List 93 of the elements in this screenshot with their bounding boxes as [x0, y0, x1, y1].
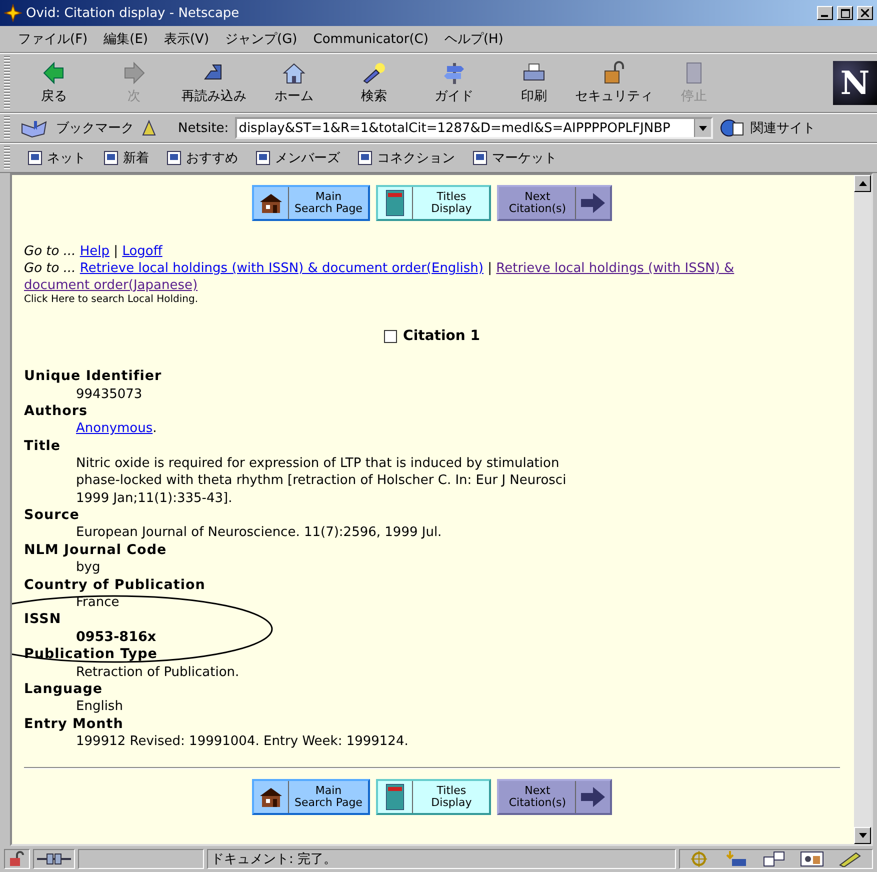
menu-item[interactable]: ファイル(F) [12, 28, 94, 50]
personal-bookmark[interactable]: ネット [24, 149, 90, 167]
url-field[interactable]: display&ST=1&R=1&totalCit=1287&D=medl&S=AIPPPPOPLFJNBP [234, 117, 713, 139]
book-icon [386, 784, 404, 810]
main-search-page-button[interactable]: Main Search Page [252, 185, 370, 221]
field-label: NLM Journal Code [24, 542, 168, 560]
citation-checkbox[interactable] [384, 330, 398, 342]
field-label: Country of Publication [24, 576, 206, 594]
titles-display-button[interactable]: Titles Display [376, 778, 492, 815]
page-icon [104, 151, 118, 165]
close-icon [861, 9, 869, 17]
page-icon [358, 151, 372, 165]
personal-bookmark[interactable]: コネクション [354, 149, 459, 167]
bookmarks-button[interactable]: ブックマーク [56, 119, 134, 137]
dropdown-arrow-icon [698, 126, 707, 130]
connection-plug-icon [37, 853, 71, 865]
go-to-label: Go to ... [24, 244, 76, 259]
field-label: Entry Month [24, 716, 124, 734]
page-icon [256, 151, 270, 165]
citation-label: Citation 1 [403, 328, 480, 344]
field-value: European Journal of Neuroscience. 11(7):2596, 1999 Jul. [76, 524, 443, 542]
field-value: 1999 Jan;11(1):335-43]. [76, 490, 234, 507]
menu-item[interactable]: ヘルプ(H) [438, 28, 510, 50]
field-value: byg [76, 559, 102, 577]
field-label: Authors [24, 402, 89, 420]
field-label: Unique Identifier [24, 368, 163, 386]
app-icon [4, 4, 22, 22]
toolbar-button[interactable]: ホーム [254, 61, 334, 105]
menu-item[interactable]: 表示(V) [158, 28, 216, 50]
menu-item[interactable]: 編集(E) [98, 28, 154, 50]
flashlight-icon [361, 61, 387, 85]
personal-bookmark[interactable]: 新着 [100, 149, 153, 167]
scroll-up-icon [858, 181, 866, 186]
field-value: France [76, 594, 120, 612]
menu-item[interactable]: ジャンプ(G) [219, 28, 304, 50]
field-value: English [76, 698, 124, 716]
house-icon [258, 192, 284, 214]
toolbar-button[interactable]: 検索 [334, 61, 414, 105]
maximize-button[interactable] [837, 6, 853, 20]
personal-bookmark[interactable]: おすすめ [163, 149, 242, 167]
link[interactable]: Retrieve local holdings (with ISSN) & [496, 261, 734, 276]
link[interactable]: document order(Japanese) [24, 278, 198, 293]
toolbar-button[interactable]: 印刷 [494, 61, 574, 105]
go-to-label: Go to ... [24, 261, 76, 276]
link[interactable]: Retrieve local holdings (with ISSN) & document order(English) [80, 261, 484, 276]
close-button[interactable] [857, 6, 873, 20]
field-value: 0953-816x [76, 628, 158, 646]
next-citation-button[interactable]: Next Citation(s) [497, 778, 612, 815]
titles-display-button[interactable]: Titles Display [376, 185, 492, 221]
link[interactable]: Help [80, 244, 110, 259]
page-icon [28, 151, 42, 165]
field-label: Title [24, 438, 62, 456]
page-icon [473, 151, 487, 165]
field-label: Publication Type [24, 646, 158, 664]
field-label: Source [24, 506, 80, 524]
minimize-button[interactable] [817, 6, 833, 20]
padlock-icon [8, 851, 26, 867]
personal-bookmark[interactable]: メンバーズ [252, 149, 344, 167]
field-value: Nitric oxide is required for expression of LTP that is induced by stimulation [76, 455, 560, 472]
field-label: Language [24, 680, 104, 698]
personal-bookmark[interactable]: マーケット [469, 149, 561, 167]
toolbar-button[interactable]: 再読み込み [174, 61, 254, 105]
link[interactable]: Logoff [122, 244, 162, 259]
house-icon [258, 786, 284, 808]
right-arrow-icon [580, 786, 606, 808]
field-value: Retraction of Publication. [76, 664, 240, 681]
right-arrow-icon [580, 192, 606, 214]
netsite-label: Netsite: [178, 120, 229, 136]
book-icon [386, 190, 404, 216]
status-text: ドキュメント: 完了。 [207, 849, 676, 869]
maximize-icon [840, 8, 850, 18]
toolbar-button[interactable]: 戻る [14, 61, 94, 105]
separator: | [114, 244, 118, 259]
field-value: 99435073 [76, 386, 144, 403]
scrollbar[interactable] [854, 175, 871, 844]
toolbar-button[interactable]: ガイド [414, 61, 494, 105]
scroll-down-icon [858, 833, 866, 838]
field-label: ISSN [24, 611, 62, 629]
toolbar-button[interactable]: セキュリティ [574, 61, 654, 105]
window-title: Ovid: Citation display - Netscape [26, 6, 240, 20]
house-icon [281, 61, 307, 85]
punctuation: . [152, 421, 157, 436]
page-icon [167, 151, 181, 165]
local-holding-note: Click Here to search Local Holding. [24, 294, 200, 306]
separator: | [488, 261, 492, 276]
author-link[interactable]: Anonymous [76, 421, 153, 436]
menu-item[interactable]: Communicator(C) [307, 30, 434, 48]
main-search-page-button[interactable]: Main Search Page [252, 778, 370, 815]
next-citation-button[interactable]: Next Citation(s) [497, 185, 612, 221]
related-sites-button[interactable]: 関連サイト [750, 119, 816, 137]
browser-logo: N [833, 61, 877, 105]
field-value: 199912 Revised: 19991004. Entry Week: 1999124. [76, 733, 410, 751]
field-value: phase-locked with theta rhythm [retraction of Holscher C. In: Eur J Neurosci [76, 472, 568, 490]
